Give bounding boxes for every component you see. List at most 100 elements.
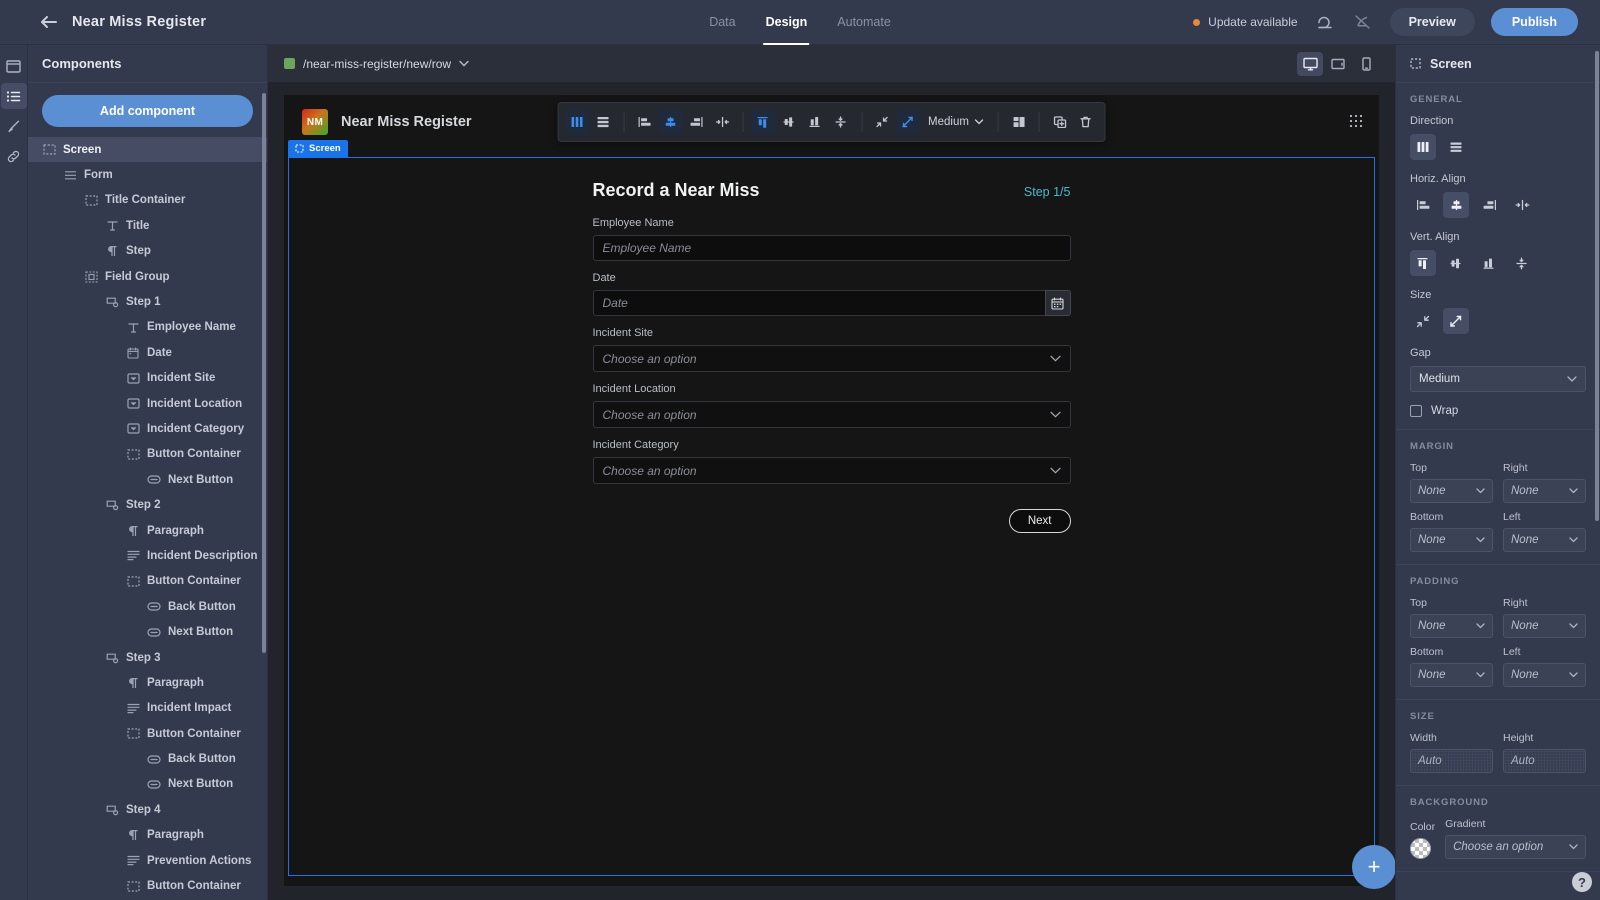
component-tree-scrollbar[interactable]	[262, 93, 266, 653]
tree-item-title-container[interactable]: Title Container	[28, 188, 267, 213]
back-arrow-icon[interactable]	[38, 12, 58, 32]
tab-data[interactable]: Data	[707, 0, 737, 45]
height-input[interactable]: Auto	[1503, 749, 1586, 773]
add-screen-fab[interactable]: +	[1352, 845, 1396, 889]
tree-item-incident-site[interactable]: Incident Site	[28, 366, 267, 391]
tree-item-back-button[interactable]: Back Button	[28, 746, 267, 771]
layout-button[interactable]	[1007, 110, 1031, 134]
tree-item-next-button[interactable]: Next Button	[28, 467, 267, 492]
preview-button[interactable]: Preview	[1389, 8, 1475, 36]
direction-row-option[interactable]	[1443, 134, 1469, 160]
valign-center-button[interactable]	[777, 110, 801, 134]
tree-item-title[interactable]: Title	[28, 213, 267, 238]
width-input[interactable]: Auto	[1410, 749, 1493, 773]
route-selector[interactable]: /near-miss-register/new/row	[284, 57, 469, 71]
tree-item-incident-description[interactable]: Incident Description	[28, 543, 267, 568]
screen-container[interactable]: Record a Near Miss Step 1/5 Employee Nam…	[288, 157, 1396, 889]
screen-selection-tag[interactable]: Screen	[288, 140, 348, 157]
valign-start-button[interactable]	[751, 110, 776, 134]
background-color-swatch[interactable]	[1410, 838, 1431, 859]
tree-item-button-container[interactable]: Button Container	[28, 442, 267, 467]
valign-center-option[interactable]	[1443, 250, 1469, 276]
tree-item-form[interactable]: Form	[28, 162, 267, 187]
tree-item-paragraph[interactable]: Paragraph	[28, 823, 267, 848]
add-component-button[interactable]: Add component	[42, 95, 253, 127]
size-shrink-button[interactable]	[870, 110, 894, 134]
tree-item-back-button[interactable]: Back Button	[28, 594, 267, 619]
date-input[interactable]	[592, 290, 1045, 316]
size-shrink-option[interactable]	[1410, 308, 1436, 334]
tablet-icon[interactable]	[1325, 52, 1351, 76]
next-button[interactable]: Next	[1008, 509, 1071, 533]
padding-left-select[interactable]: None	[1503, 663, 1586, 687]
incident-location-select[interactable]: Choose an option	[592, 401, 1071, 428]
rail-screens-button[interactable]	[1, 53, 27, 79]
halign-center-option[interactable]	[1443, 192, 1469, 218]
undo-icon[interactable]	[1314, 11, 1336, 33]
direction-column-option[interactable]	[1410, 134, 1436, 160]
halign-start-button[interactable]	[632, 110, 656, 134]
margin-bottom-select[interactable]: None	[1410, 528, 1493, 552]
tree-item-paragraph[interactable]: Paragraph	[28, 670, 267, 695]
employee-name-input[interactable]	[592, 235, 1071, 261]
tree-item-step-3[interactable]: Step 3	[28, 645, 267, 670]
gap-size-select[interactable]: Medium	[922, 110, 990, 134]
margin-top-select[interactable]: None	[1410, 479, 1493, 503]
help-button[interactable]: ?	[1572, 872, 1592, 892]
wrap-checkbox-row[interactable]: Wrap	[1410, 405, 1586, 417]
mobile-icon[interactable]	[1353, 52, 1379, 76]
tree-item-incident-impact[interactable]: Incident Impact	[28, 696, 267, 721]
padding-top-select[interactable]: None	[1410, 614, 1493, 638]
valign-end-option[interactable]	[1476, 250, 1502, 276]
delete-button[interactable]	[1074, 110, 1098, 134]
size-grow-option[interactable]	[1443, 308, 1469, 334]
halign-end-button[interactable]	[684, 110, 708, 134]
update-available-badge[interactable]: Update available	[1193, 15, 1298, 29]
duplicate-button[interactable]	[1048, 110, 1072, 134]
tree-item-step-4[interactable]: Step 4	[28, 797, 267, 822]
direction-row-button[interactable]	[591, 110, 615, 134]
tree-item-next-button[interactable]: Next Button	[28, 772, 267, 797]
background-gradient-select[interactable]: Choose an option	[1445, 835, 1586, 859]
direction-column-button[interactable]	[565, 110, 590, 134]
tree-item-button-container[interactable]: Button Container	[28, 873, 267, 898]
tree-item-button-container[interactable]: Button Container	[28, 721, 267, 746]
tree-item-button-container[interactable]: Button Container	[28, 569, 267, 594]
rail-components-button[interactable]	[0, 83, 27, 109]
tree-item-incident-category[interactable]: Incident Category	[28, 416, 267, 441]
tree-item-paragraph[interactable]: Paragraph	[28, 518, 267, 543]
incident-site-select[interactable]: Choose an option	[592, 345, 1071, 372]
tree-item-step-1[interactable]: Step 1	[28, 289, 267, 314]
rail-bindings-link-button[interactable]	[1, 143, 27, 169]
tree-item-screen[interactable]: Screen	[28, 137, 267, 163]
calendar-icon[interactable]	[1044, 290, 1071, 316]
tree-item-field-group[interactable]: Field Group	[28, 264, 267, 289]
incident-category-select[interactable]: Choose an option	[592, 457, 1071, 484]
halign-center-button[interactable]	[658, 110, 683, 134]
tab-automate[interactable]: Automate	[835, 0, 893, 45]
halign-space-between-option[interactable]	[1509, 192, 1535, 218]
tree-item-prevention-actions[interactable]: Prevention Actions	[28, 848, 267, 873]
gap-select[interactable]: Medium	[1410, 366, 1586, 392]
size-grow-button[interactable]	[896, 110, 921, 134]
tree-item-step[interactable]: Step	[28, 239, 267, 264]
tree-item-date[interactable]: Date	[28, 340, 267, 365]
valign-end-button[interactable]	[803, 110, 827, 134]
valign-start-option[interactable]	[1410, 250, 1436, 276]
margin-right-select[interactable]: None	[1503, 479, 1586, 503]
padding-right-select[interactable]: None	[1503, 614, 1586, 638]
halign-end-option[interactable]	[1476, 192, 1502, 218]
halign-space-between-button[interactable]	[710, 110, 734, 134]
padding-bottom-select[interactable]: None	[1410, 663, 1493, 687]
tree-item-step-2[interactable]: Step 2	[28, 492, 267, 517]
app-menu-grid-icon[interactable]	[1349, 114, 1363, 128]
valign-space-between-option[interactable]	[1509, 250, 1535, 276]
publish-button[interactable]: Publish	[1490, 8, 1578, 36]
tree-item-employee-name[interactable]: Employee Name	[28, 315, 267, 340]
margin-left-select[interactable]: None	[1503, 528, 1586, 552]
tab-design[interactable]: Design	[763, 0, 810, 45]
halign-start-option[interactable]	[1410, 192, 1436, 218]
properties-panel-scrollbar[interactable]	[1595, 51, 1599, 521]
rail-theme-brush-button[interactable]	[1, 113, 27, 139]
wrap-checkbox[interactable]	[1410, 405, 1422, 417]
